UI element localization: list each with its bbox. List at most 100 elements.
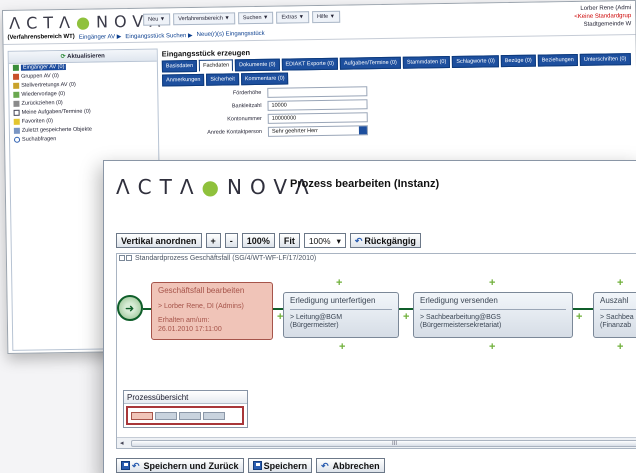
withdraw-icon	[13, 100, 20, 107]
cancel-label: Abbrechen	[332, 460, 380, 471]
kontonummer-input[interactable]: 10000000	[267, 111, 368, 124]
tab-beziehungen[interactable]: Beziehungen	[537, 53, 578, 67]
logo-text: ΛCTΛ	[116, 175, 202, 199]
save-button[interactable]: Speichern	[247, 458, 313, 473]
dialog-title: Prozess bearbeiten (Instanz)	[290, 178, 440, 190]
zoom-in-button[interactable]: +	[205, 233, 221, 248]
add-step-button[interactable]: +	[617, 278, 623, 289]
main-menu-bar: Neu ▼ Verfahrensbereich ▼ Suchen ▼ Extra…	[143, 10, 341, 26]
overview-title: Prozessübersicht	[124, 391, 247, 404]
tab-ediakt[interactable]: EDIAKT Exporte (0)	[281, 57, 339, 71]
tab-sicherheit[interactable]: Sicherheit	[206, 73, 239, 86]
add-step-button[interactable]: +	[489, 278, 495, 289]
deputy-icon	[13, 82, 20, 89]
menu-neu[interactable]: Neu ▼	[143, 13, 171, 26]
add-step-button[interactable]: +	[489, 342, 495, 353]
add-step-button[interactable]: +	[336, 278, 342, 289]
tab-anmerkungen[interactable]: Anmerkungen	[162, 73, 205, 87]
dialog-logo: ΛCTΛ●NOVΛ	[116, 175, 317, 199]
tab-basisdaten[interactable]: Basisdaten	[161, 59, 198, 73]
undo-icon: ↶	[321, 460, 329, 471]
tab-aufgaben[interactable]: Aufgaben/Termine (0)	[339, 56, 401, 70]
node-received-label: Erhalten am/um:	[158, 317, 210, 324]
process-overview-panel: Prozessübersicht	[123, 390, 248, 428]
overview-node	[179, 411, 201, 420]
add-step-button[interactable]: +	[403, 312, 409, 323]
zoom-100-button[interactable]: 100%	[241, 233, 275, 248]
scrollbar-thumb[interactable]: III	[131, 440, 636, 447]
node-title: Auszahl	[600, 296, 636, 310]
scroll-grip-icon: III	[392, 441, 398, 447]
flow-connector	[571, 308, 593, 310]
fit-button[interactable]: Fit	[278, 233, 300, 248]
process-node-geschaeftsfall[interactable]: Geschäftsfall bearbeiten > Lorber Rene, …	[151, 282, 273, 340]
zoom-out-button[interactable]: -	[224, 233, 238, 248]
dialog-footer: ↶ Speichern und Zurück Speichern ↶ Abbre…	[116, 458, 385, 473]
vertical-layout-button[interactable]: Vertikal anordnen	[116, 233, 202, 248]
expand-icon[interactable]	[126, 255, 132, 262]
add-step-button[interactable]: +	[576, 312, 582, 323]
undo-button[interactable]: ↶ Rückgängig	[349, 233, 421, 248]
start-node[interactable]: ➜	[117, 295, 143, 321]
breadcrumb-item-eingaenger[interactable]: Eingänger AV ▶	[79, 33, 122, 41]
process-node-versenden[interactable]: Erledigung versenden > Sachbearbeitung@B…	[413, 292, 573, 338]
tab-schlagworte[interactable]: Schlagworte (0)	[452, 55, 499, 68]
save-and-back-button[interactable]: ↶ Speichern und Zurück	[116, 458, 244, 473]
logo-dot: ●	[75, 12, 97, 32]
tab-fachdaten[interactable]: Fachdaten	[199, 59, 234, 72]
undo-label: Rückgängig	[364, 236, 416, 246]
process-title: Standardprozess Geschäftsfall (SG/4/WT-W…	[119, 255, 316, 262]
process-node-unterfertigen[interactable]: Erledigung unterfertigen > Leitung@BGM (…	[283, 292, 399, 338]
node-title: Geschäftsfall bearbeiten	[158, 286, 245, 295]
save-and-back-label: Speichern und Zurück	[143, 460, 239, 471]
anrede-select[interactable]: Sehr geehrter Herr	[267, 124, 369, 137]
logo-dot: ●	[201, 175, 227, 199]
tab-kommentare[interactable]: Kommentare (0)	[240, 72, 289, 86]
inbox-icon	[12, 64, 19, 71]
save-icon	[121, 461, 130, 470]
flow-connector	[143, 308, 151, 310]
add-step-button[interactable]: +	[339, 342, 345, 353]
menu-extras[interactable]: Extras ▼	[276, 11, 310, 24]
node-title: Erledigung unterfertigen	[290, 296, 392, 310]
foerderhoehe-input[interactable]	[267, 85, 368, 98]
menu-suchen[interactable]: Suchen ▼	[237, 11, 274, 25]
anrede-value: Sehr geehrter Herr	[271, 127, 318, 135]
save-label: Speichern	[263, 460, 308, 471]
menu-hilfe[interactable]: Hilfe ▼	[311, 10, 341, 24]
tab-unterschriften[interactable]: Unterschriften (0)	[579, 53, 631, 66]
process-dialog: ΛCTΛ●NOVΛ Prozess bearbeiten (Instanz) V…	[103, 160, 636, 473]
dropdown-icon	[358, 125, 367, 134]
add-step-button[interactable]: +	[277, 312, 283, 323]
overview-node	[155, 411, 177, 420]
node-assignee: > Leitung@BGM	[290, 313, 343, 321]
bankleitzahl-input[interactable]: 10000	[267, 98, 368, 111]
menu-verfahrensbereich[interactable]: Verfahrensbereich ▼	[173, 12, 235, 26]
folder-icon	[13, 127, 20, 134]
horizontal-scrollbar[interactable]: ◂ III	[117, 437, 636, 448]
field-label: Förderhöhe	[232, 89, 262, 96]
collapse-icon[interactable]	[119, 255, 125, 262]
cancel-button[interactable]: ↶ Abbrechen	[316, 458, 385, 473]
tab-stammdaten[interactable]: Stammdaten (0)	[402, 55, 451, 69]
node-assignee: > Sachbea	[600, 313, 634, 321]
background-topbar: ΛCTΛ●NOVΛ Neu ▼ Verfahrensbereich ▼ Such…	[3, 1, 636, 45]
scroll-left-icon[interactable]: ◂	[120, 439, 124, 447]
node-role: (Finanzab	[600, 322, 632, 329]
zoom-select[interactable]: 100% ▾	[303, 233, 346, 248]
overview-viewport[interactable]	[126, 406, 244, 425]
process-canvas[interactable]: Standardprozess Geschäftsfall (SG/4/WT-W…	[116, 253, 636, 449]
tab-dokumente[interactable]: Dokumente (0)	[235, 58, 280, 72]
add-step-button[interactable]: +	[617, 342, 623, 353]
checklist-icon	[13, 109, 20, 116]
tab-bezuege[interactable]: Bezüge (0)	[500, 54, 536, 68]
node-role: (Bürgermeister)	[290, 322, 339, 329]
group-icon	[12, 73, 20, 80]
resubmit-icon	[13, 91, 20, 98]
process-node-auszahlung[interactable]: Auszahl > Sachbea (Finanzab	[593, 292, 636, 338]
breadcrumb-item-neu[interactable]: Neue(r)(s) Eingangsstück	[197, 31, 265, 39]
breadcrumb-item-suchen[interactable]: Eingangsstück Suchen ▶	[125, 32, 192, 40]
tree-item-suchabfragen[interactable]: Suchabfragen	[10, 134, 158, 145]
field-label: Anrede Kontaktperson	[207, 128, 262, 136]
logo-text: ΛCTΛ	[9, 12, 77, 33]
